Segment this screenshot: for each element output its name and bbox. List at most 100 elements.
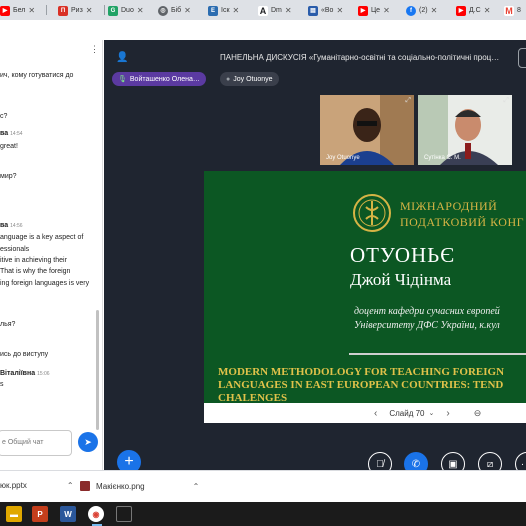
tab-label: Це xyxy=(371,7,381,14)
word-icon[interactable]: W xyxy=(60,506,76,522)
close-icon[interactable]: ✕ xyxy=(137,6,144,15)
window-control[interactable] xyxy=(518,48,526,68)
speaker-chip[interactable]: 🎙 Войташенко Олена… xyxy=(112,72,206,86)
tab-label: (2) xyxy=(419,7,428,14)
powerpoint-icon[interactable]: P xyxy=(32,506,48,522)
tab-10[interactable]: M 8 xyxy=(504,2,521,19)
duo-icon: G xyxy=(108,5,118,16)
download-item[interactable]: Макієнко.png ⌃ xyxy=(80,481,199,491)
tab-5[interactable]: A Dm ✕ xyxy=(258,2,292,19)
chat-input[interactable]: е Общий чат xyxy=(0,430,72,456)
slide-position-line2: Університету ДФС України, к.кул xyxy=(354,320,500,331)
chat-timestamp: 15:06 xyxy=(37,371,50,377)
tab-1[interactable]: П Риз ✕ xyxy=(58,2,93,19)
chat-message: с? xyxy=(0,113,8,120)
chat-message: ич, кому готуватися до xyxy=(0,72,74,79)
slide-topic-line2: LANGUAGES IN EAST EUROPEAN COUNTRIES: TE… xyxy=(218,379,504,391)
shared-slide: МІЖНАРОДНИЙ ПОДАТКОВИЙ КОНГ ОТУОНЬЄ Джой… xyxy=(204,171,526,403)
pk-icon: П xyxy=(58,5,68,16)
tab-label: Бел xyxy=(13,7,26,14)
slide-topic-line1: MODERN METHODOLOGY FOR TEACHING FOREIGN xyxy=(218,366,505,378)
downloads-bar: юк.pptx ⌃ Макієнко.png ⌃ xyxy=(0,470,526,502)
video-thumbnail[interactable]: ⤢ Joy Otuonye xyxy=(320,95,414,165)
expand-icon[interactable]: ⤢ xyxy=(405,97,411,105)
tab-0[interactable]: ▶ Бел ✕ xyxy=(0,2,35,19)
tab-4[interactable]: E Іск ✕ xyxy=(208,2,239,19)
chat-message: s xyxy=(0,381,4,388)
close-icon[interactable]: ✕ xyxy=(431,6,438,15)
more-icon: · xyxy=(520,458,525,470)
image-file-icon xyxy=(80,481,90,491)
download-item[interactable]: юк.pptx ⌃ xyxy=(0,481,74,490)
slide-speaker-surname: ОТУОНЬЄ xyxy=(350,243,456,267)
close-icon[interactable]: ✕ xyxy=(484,6,491,15)
send-button[interactable]: ➤ xyxy=(78,432,98,452)
doc-icon: ▤ xyxy=(308,5,318,16)
tab-6[interactable]: ▤ «Во ✕ xyxy=(308,2,343,19)
page-top-strip xyxy=(0,20,526,40)
download-filename: Макієнко.png xyxy=(96,481,145,491)
chat-author: ва 14:54 xyxy=(0,130,23,137)
tab-label: Dm xyxy=(271,7,282,14)
close-icon[interactable]: ✕ xyxy=(336,6,343,15)
tab-7[interactable]: ▶ Це ✕ xyxy=(358,2,390,19)
previous-slide-icon[interactable]: ‹ xyxy=(374,408,377,419)
chrome-icon[interactable]: ◉ xyxy=(88,506,104,522)
chevron-up-icon[interactable]: ⌃ xyxy=(193,482,200,491)
participants-icon[interactable]: 👤 xyxy=(116,52,128,63)
tab-8[interactable]: f (2) ✕ xyxy=(406,2,437,19)
more-options-icon[interactable]: ⋮ xyxy=(90,44,99,55)
app-icon[interactable] xyxy=(116,506,132,522)
participant-chip[interactable]: ● Joy Otuonye xyxy=(220,72,279,86)
chat-author-name: ва xyxy=(0,222,9,229)
chevron-down-icon[interactable]: ⌄ xyxy=(429,409,435,417)
tax-congress-logo xyxy=(353,194,391,232)
chat-message: That is why the foreign xyxy=(0,268,71,275)
slide-counter: Слайд 70 xyxy=(389,408,425,418)
camera-off-icon: ▣ xyxy=(448,458,458,470)
phone-icon: ✆ xyxy=(411,458,421,470)
slide-topic-line3: CHALENGES xyxy=(218,392,288,403)
chat-message: anguage is a key aspect of xyxy=(0,234,84,241)
screen-share-icon: ⧄ xyxy=(486,458,494,470)
globe-icon: ◎ xyxy=(158,5,168,16)
tab-label: Д.С xyxy=(469,7,481,14)
chat-timestamp: 14:56 xyxy=(10,223,23,229)
chat-author: ва 14:56 xyxy=(0,222,23,229)
chat-message: ись до виступу xyxy=(0,351,49,358)
chat-message: лья? xyxy=(0,321,16,328)
close-icon[interactable]: ✕ xyxy=(233,6,240,15)
close-icon[interactable]: ✕ xyxy=(86,6,93,15)
chat-header: ⋮ xyxy=(0,40,103,60)
speaker-name: Войташенко Олена… xyxy=(129,75,200,83)
participant-name: Joy Otuonye xyxy=(233,75,273,83)
close-icon[interactable]: ✕ xyxy=(28,6,35,15)
slide-navigation-bar: ‹ Слайд 70 ⌄ › ⊖ xyxy=(204,403,526,423)
tab-label: Duo xyxy=(121,7,134,14)
slide-org-line1: МІЖНАРОДНИЙ xyxy=(400,199,498,213)
youtube-icon: ▶ xyxy=(456,5,466,16)
tab-3[interactable]: ◎ Біб ✕ xyxy=(158,2,191,19)
zoom-out-icon[interactable]: ⊖ xyxy=(474,408,482,419)
close-icon[interactable]: ✕ xyxy=(383,6,390,15)
close-icon[interactable]: ✕ xyxy=(285,6,292,15)
tab-9[interactable]: ▶ Д.С ✕ xyxy=(456,2,490,19)
video-thumbnail[interactable]: ⤢ Сутінка С. М. xyxy=(418,95,512,165)
next-slide-icon[interactable]: › xyxy=(446,408,449,419)
microphone-icon: 🎙 xyxy=(118,76,127,83)
tab-2[interactable]: G Duo ✕ xyxy=(108,2,144,19)
chevron-up-icon[interactable]: ⌃ xyxy=(67,481,74,490)
youtube-icon: ▶ xyxy=(358,5,368,16)
tab-label: Біб xyxy=(171,7,182,14)
tab-divider xyxy=(46,5,47,15)
expand-icon[interactable]: ⤢ xyxy=(503,97,509,105)
close-icon[interactable]: ✕ xyxy=(184,6,191,15)
tab-label: Риз xyxy=(71,7,83,14)
chat-scrollbar[interactable] xyxy=(96,310,99,430)
file-explorer-icon[interactable]: ▬ xyxy=(6,506,22,522)
microphone-off-icon: 🎙̸ xyxy=(376,458,384,470)
slide-divider xyxy=(349,353,526,355)
chat-author-name: ва xyxy=(0,130,9,137)
chat-author: Віталіївна 15:06 xyxy=(0,370,50,377)
taskbar: ▬ P W ◉ xyxy=(0,502,526,526)
